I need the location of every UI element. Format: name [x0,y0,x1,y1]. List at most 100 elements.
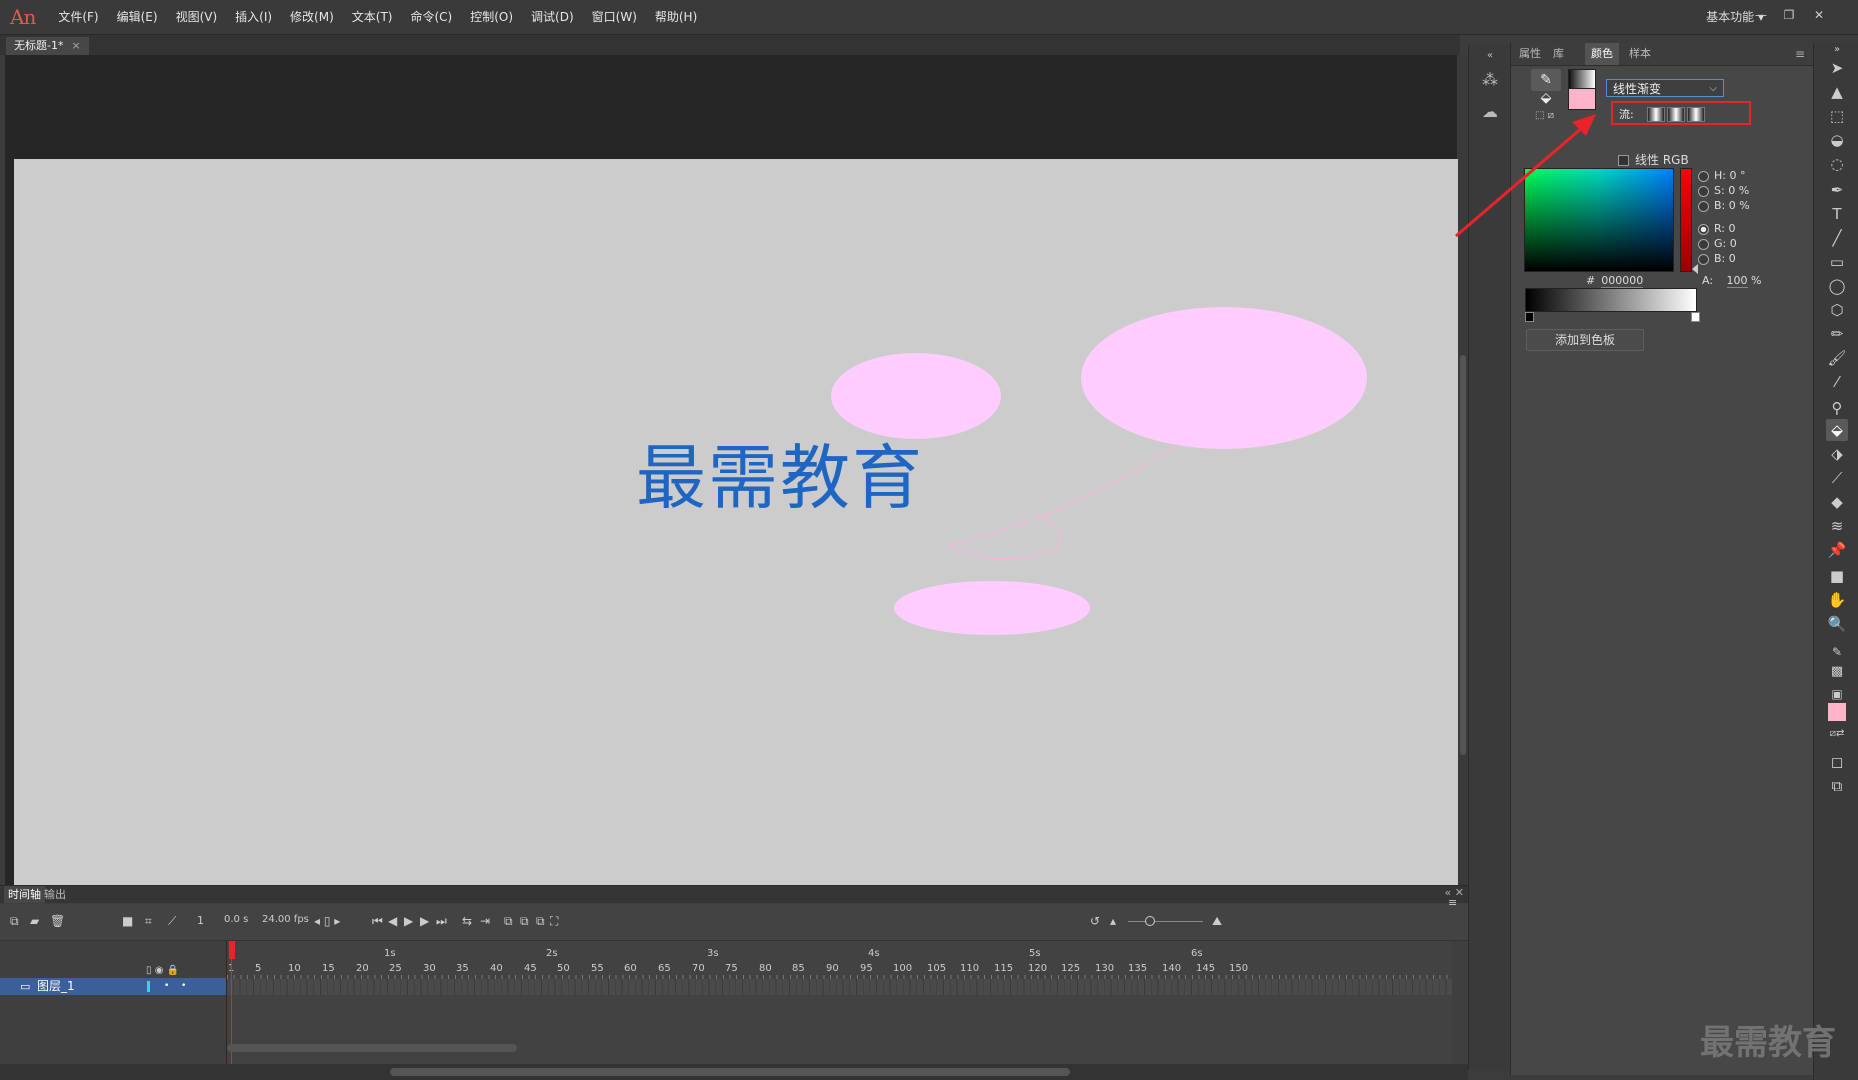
width-tool-icon[interactable]: ≋ [1826,515,1848,537]
zoom-tool-icon[interactable]: 🔍 [1826,613,1848,635]
new-folder-icon[interactable]: ▰ [30,914,39,928]
layer-name[interactable]: 图层_1 [37,978,75,995]
fill-bucket-icon[interactable]: ▣ [1826,683,1848,705]
menu-window[interactable]: 窗口(W) [583,0,646,34]
stage-vertical-scrollbar[interactable] [1458,55,1468,885]
ellipse-bottom[interactable] [894,581,1090,635]
playhead-handle[interactable] [229,941,235,959]
tab-output[interactable]: 输出 [40,886,70,903]
layer-lock-dot[interactable]: • [181,978,186,995]
frames-pane[interactable]: 1510152025303540455055606570758085909510… [227,941,1452,1080]
hue-value[interactable]: 0 ° [1729,169,1745,182]
tab-library[interactable]: 库 [1547,43,1570,65]
blue-row[interactable]: B: 0 [1698,252,1736,265]
fill-color-tool[interactable]: ⬙ [1531,87,1561,109]
lasso-tool-icon[interactable]: ◌ [1826,153,1848,175]
center-frame-icon[interactable]: ⇥ [480,914,490,928]
text-tool-icon[interactable]: T [1826,203,1848,225]
gradient-stop-right[interactable] [1691,312,1700,322]
tab-timeline[interactable]: 时间轴 [4,886,45,903]
menu-debug[interactable]: 调试(D) [522,0,583,34]
red-radio[interactable] [1698,223,1709,235]
hue-slider-handle[interactable] [1692,264,1698,274]
brush-tool-icon[interactable]: ⁄ [1826,371,1848,393]
polystar-tool-icon[interactable]: ⬡ [1826,299,1848,321]
bone-tool-icon[interactable]: ⚲ [1826,397,1848,419]
blue-radio[interactable] [1698,253,1709,265]
eraser-tool-icon[interactable]: ◆ [1826,491,1848,513]
layer-row[interactable]: ▭ 图层_1 • • [0,978,226,995]
ellipse-large[interactable] [1081,307,1367,449]
menu-view[interactable]: 视图(V) [167,0,227,34]
camera-icon[interactable]: ■ [122,914,133,928]
bottom-scroll-thumb[interactable] [390,1068,1070,1076]
menu-modify[interactable]: 修改(M) [281,0,343,34]
close-tab-icon[interactable]: × [71,39,80,52]
scroll-thumb[interactable] [1460,355,1466,755]
hue-slider[interactable] [1680,168,1692,272]
swap-colors-icon[interactable]: ⬚ ⧄ [1535,110,1554,121]
paint-brush-tool-icon[interactable]: 🖌 [1826,347,1848,369]
stage-canvas[interactable]: 最需教育 [14,159,1458,885]
tab-color[interactable]: 颜色 [1585,43,1619,65]
pencil-tool-icon[interactable]: ✏ [1826,323,1848,345]
saturation-row[interactable]: S: 0 % [1698,184,1749,197]
timeline-menu-icon[interactable]: ≡ [1448,896,1457,909]
snap-icon[interactable]: ◻ [1826,751,1848,773]
zoom-out-icon[interactable]: ▴ [1110,914,1116,928]
rectangle-tool-icon[interactable]: ▭ [1826,251,1848,273]
current-time[interactable]: 0.0 s [224,914,248,925]
collapse-icon[interactable]: « [1479,45,1501,67]
menu-control[interactable]: 控制(O) [461,0,522,34]
layer-parenting-icon[interactable]: ⌗ [145,914,152,929]
frame-strip[interactable] [227,979,1452,995]
step-forward-icon[interactable]: ▶ [420,914,429,928]
playhead[interactable] [229,941,235,1080]
menu-text[interactable]: 文本(T) [343,0,402,34]
stroke-color-icon[interactable]: ✎ [1826,641,1848,663]
green-value[interactable]: 0 [1730,237,1737,250]
brightness-radio[interactable] [1698,200,1709,212]
prev-keyframe-icon[interactable]: ◂ ▯ ▸ [314,914,340,928]
saturation-value[interactable]: 0 % [1728,184,1749,197]
step-back-icon[interactable]: ◀ [388,914,397,928]
loop-icon[interactable]: ⇆ [462,914,472,928]
swap-colors-icon[interactable]: ⧄⇄ [1826,723,1848,745]
brightness-row[interactable]: B: 0 % [1698,199,1750,212]
menu-insert[interactable]: 插入(I) [226,0,281,34]
tab-properties[interactable]: 属性 [1513,43,1547,65]
edit-multiple-frames-icon[interactable]: ⧉ [536,914,545,929]
pen-tool-icon[interactable]: ✒ [1826,179,1848,201]
current-frame[interactable]: 1 [197,914,204,927]
add-to-swatches-button[interactable]: 添加到色板 [1526,329,1644,351]
bottom-scrollbar[interactable] [0,1064,1468,1080]
undo-zoom-icon[interactable]: ↺ [1090,914,1100,928]
flow-extend-button[interactable] [1647,107,1665,122]
go-to-first-frame-icon[interactable]: ⏮ [372,914,383,929]
red-value[interactable]: 0 [1729,222,1736,235]
ink-bottle-tool-icon[interactable]: ⬗ [1826,443,1848,465]
eye-icon[interactable]: ◉ [155,965,164,976]
motion-presets-icon[interactable]: ⁂ [1479,69,1501,91]
camera-tool-icon[interactable]: ■ [1826,565,1848,587]
hex-value-field[interactable]: 000000 [1601,274,1644,288]
minimize-button[interactable]: — [1750,6,1772,24]
fill-color-swatch[interactable] [1828,703,1846,721]
document-tab[interactable]: 无标题-1* × [6,37,89,55]
zoom-slider-handle[interactable] [1145,916,1155,926]
3d-rotation-tool-icon[interactable]: ◒ [1826,129,1848,151]
gradient-stop-left[interactable] [1525,312,1534,322]
panel-menu-icon[interactable]: ≡ [1795,47,1805,61]
hand-tool-icon[interactable]: ✋ [1826,589,1848,611]
selection-tool-icon[interactable]: ➤ [1826,57,1848,79]
saturation-radio[interactable] [1698,185,1709,197]
stroke-gradient-swatch[interactable]: ▩ [1826,661,1848,683]
oval-tool-icon[interactable]: ◯ [1826,275,1848,297]
frame-rate[interactable]: 24.00 fps [262,914,309,925]
linear-rgb-checkbox[interactable] [1618,155,1629,166]
paint-bucket-tool-icon[interactable]: ⬙ [1826,419,1848,441]
flow-reflect-button[interactable] [1667,107,1685,122]
cc-libraries-icon[interactable]: ☁ [1479,101,1501,123]
zoom-slider[interactable] [1128,921,1203,922]
stage-title-text[interactable]: 最需教育 [636,422,924,523]
